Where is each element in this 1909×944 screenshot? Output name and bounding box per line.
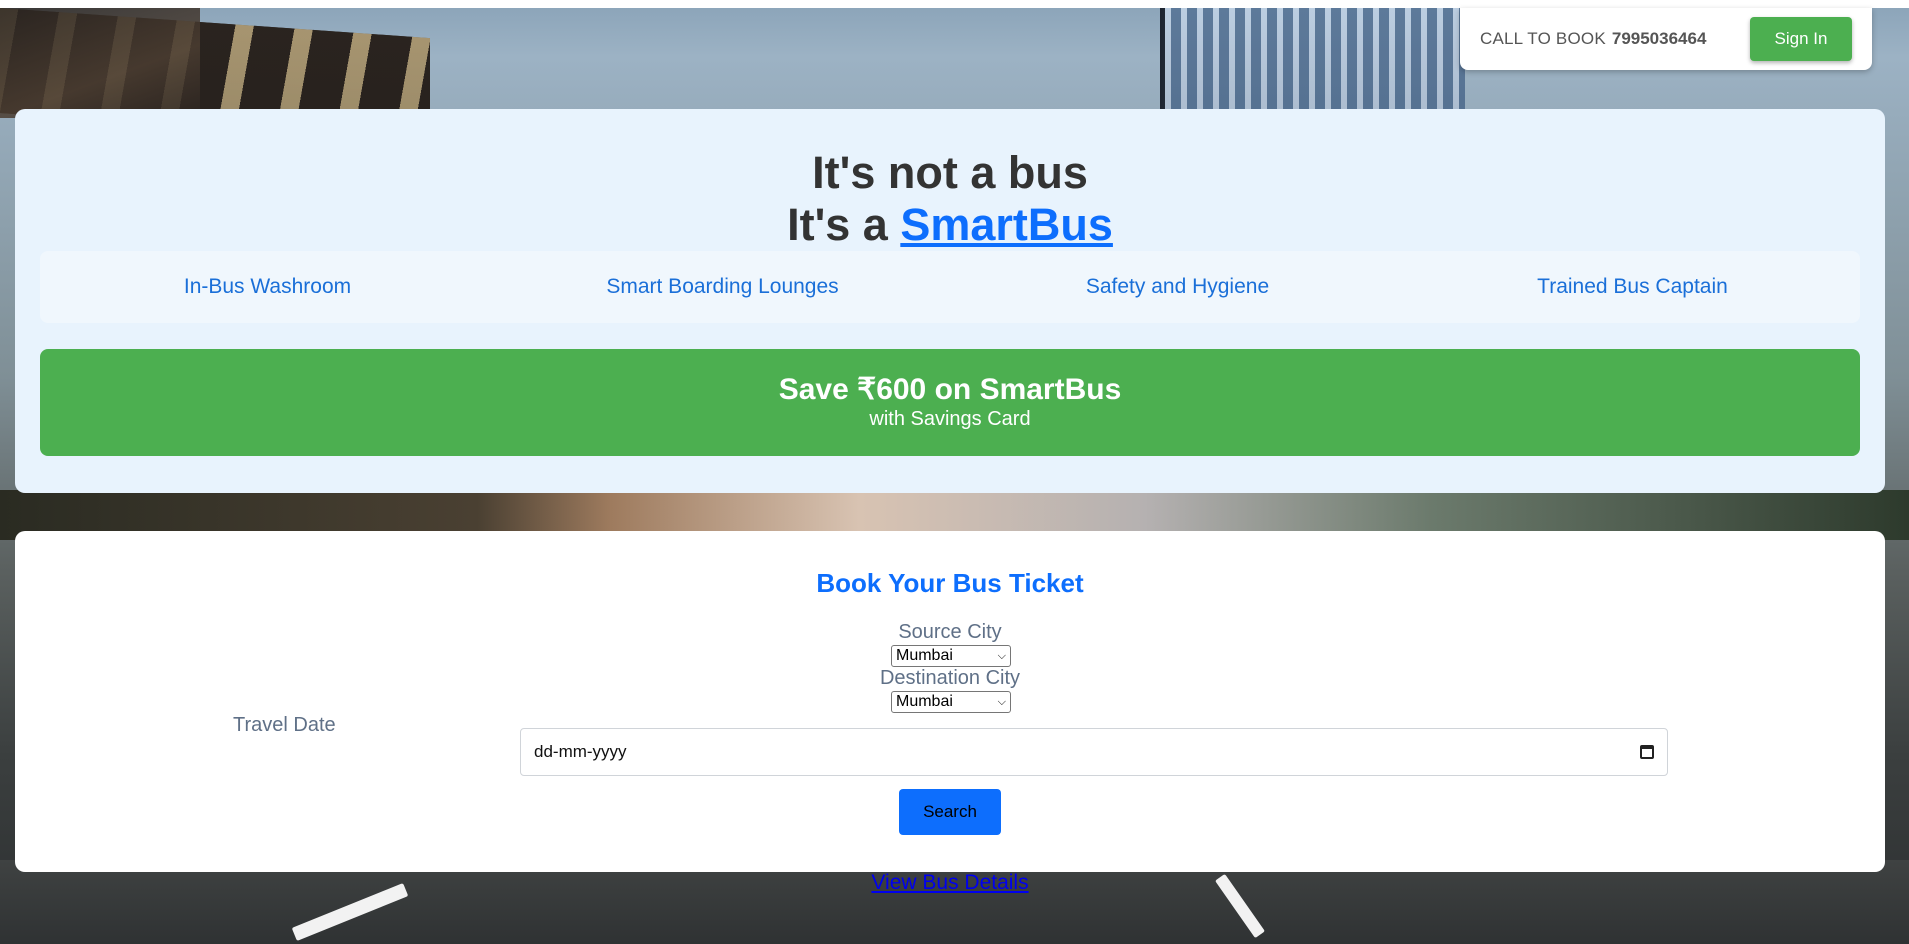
booking-panel: Book Your Bus Ticket Source City Mumbai … xyxy=(15,531,1885,872)
travel-date-label: Travel Date xyxy=(233,714,336,736)
destination-city-label: Destination City xyxy=(879,667,1021,689)
hero-heading-line2-prefix: It's a xyxy=(787,199,901,250)
feature-smart-boarding-lounges: Smart Boarding Lounges xyxy=(606,275,839,298)
search-button[interactable]: Search xyxy=(899,789,1001,835)
source-city-value: Mumbai xyxy=(896,647,953,664)
feature-bar: In-Bus Washroom Smart Boarding Lounges S… xyxy=(40,251,1860,323)
sign-in-button[interactable]: Sign In xyxy=(1750,17,1852,61)
view-bus-details-link[interactable]: View Bus Details xyxy=(871,871,1028,894)
hero-heading-line2: It's a SmartBus xyxy=(15,199,1885,251)
call-to-book-bar: CALL TO BOOK 7995036464 Sign In xyxy=(1460,8,1872,70)
source-city-label: Source City xyxy=(898,621,1002,643)
call-to-book-label: CALL TO BOOK xyxy=(1480,29,1606,48)
destination-city-value: Mumbai xyxy=(896,693,953,710)
travel-date-placeholder: dd-mm-yyyy xyxy=(534,742,627,761)
hero-panel: It's not a bus It's a SmartBus In-Bus Wa… xyxy=(15,109,1885,493)
hero-heading-line1: It's not a bus xyxy=(812,147,1088,198)
savings-title: Save ₹600 on SmartBus xyxy=(778,373,1122,406)
chevron-down-icon: ⌵ xyxy=(997,649,1006,662)
travel-date-input[interactable]: dd-mm-yyyy xyxy=(520,728,1668,776)
call-to-book-number[interactable]: 7995036464 xyxy=(1612,29,1707,49)
feature-in-bus-washroom: In-Bus Washroom xyxy=(183,275,352,298)
smartbus-link[interactable]: SmartBus xyxy=(900,199,1113,250)
feature-safety-hygiene: Safety and Hygiene xyxy=(1085,275,1270,298)
booking-title: Book Your Bus Ticket xyxy=(816,568,1084,598)
view-bus-details: View Bus Details xyxy=(0,871,1900,895)
feature-trained-bus-captain: Trained Bus Captain xyxy=(1537,275,1728,298)
source-city-select[interactable]: Mumbai ⌵ xyxy=(891,645,1011,667)
savings-card-banner[interactable]: Save ₹600 on SmartBus with Savings Card xyxy=(40,349,1860,456)
hero-heading: It's not a bus It's a SmartBus xyxy=(15,147,1885,251)
chevron-down-icon: ⌵ xyxy=(997,695,1006,708)
destination-city-select[interactable]: Mumbai ⌵ xyxy=(891,691,1011,713)
savings-subtitle: with Savings Card xyxy=(869,408,1031,430)
calendar-icon[interactable] xyxy=(1640,745,1654,759)
